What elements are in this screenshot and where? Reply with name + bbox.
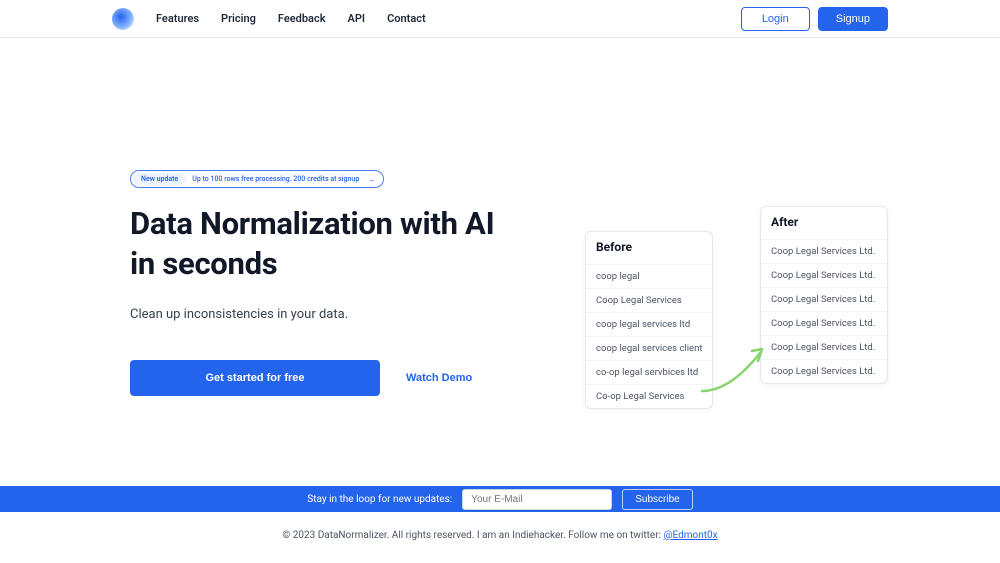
hero-cta-row: Get started for free Watch Demo [130, 360, 525, 396]
subscribe-button[interactable]: Subscribe [622, 489, 692, 510]
footer-text: © 2023 DataNormalizer. All rights reserv… [282, 530, 663, 541]
nav-link-pricing[interactable]: Pricing [221, 12, 256, 25]
hero-title: Data Normalization with AI in seconds [130, 204, 525, 285]
before-title: Before [586, 232, 712, 264]
before-row: Co-op Legal Services [586, 384, 712, 408]
after-row: Coop Legal Services Ltd. [761, 359, 887, 383]
before-row: coop legal services client [586, 336, 712, 360]
after-row: Coop Legal Services Ltd. [761, 335, 887, 359]
logo-icon[interactable] [112, 8, 134, 30]
badge-pill: New update [133, 173, 186, 185]
nav-link-feedback[interactable]: Feedback [278, 12, 326, 25]
get-started-button[interactable]: Get started for free [130, 360, 380, 396]
before-card: Before coop legal Coop Legal Services co… [585, 231, 713, 409]
before-row: Coop Legal Services [586, 288, 712, 312]
after-row: Coop Legal Services Ltd. [761, 287, 887, 311]
footer-note: © 2023 DataNormalizer. All rights reserv… [0, 530, 1000, 541]
hero-left: New update Up to 100 rows free processin… [130, 166, 525, 396]
subscribe-bar: Stay in the loop for new updates: Subscr… [0, 486, 1000, 512]
nav-right: Login Signup [741, 7, 888, 31]
nav-link-contact[interactable]: Contact [387, 12, 426, 25]
watch-demo-button[interactable]: Watch Demo [406, 372, 472, 384]
after-row: Coop Legal Services Ltd. [761, 311, 887, 335]
nav-link-features[interactable]: Features [156, 12, 199, 25]
subscribe-prompt: Stay in the loop for new updates: [307, 494, 452, 505]
badge-text: Up to 100 rows free processing. 200 cred… [192, 175, 361, 183]
signup-button[interactable]: Signup [818, 7, 888, 31]
email-field[interactable] [462, 489, 612, 510]
demo-cards: Before coop legal Coop Legal Services co… [585, 166, 870, 396]
after-row: Coop Legal Services Ltd. [761, 263, 887, 287]
nav-left: Features Pricing Feedback API Contact [112, 8, 426, 30]
after-title: After [761, 207, 887, 239]
hero: New update Up to 100 rows free processin… [0, 38, 1000, 396]
update-badge[interactable]: New update Up to 100 rows free processin… [130, 170, 384, 188]
arrow-right-icon: → [367, 175, 381, 184]
before-row: coop legal [586, 264, 712, 288]
before-row: co-op legal servbices ltd [586, 360, 712, 384]
navbar: Features Pricing Feedback API Contact Lo… [0, 0, 1000, 38]
after-card: After Coop Legal Services Ltd. Coop Lega… [760, 206, 888, 384]
twitter-handle-link[interactable]: @Edmont0x [664, 530, 718, 541]
nav-link-api[interactable]: API [348, 12, 366, 25]
hero-subtitle: Clean up inconsistencies in your data. [130, 307, 525, 322]
before-row: coop legal services ltd [586, 312, 712, 336]
after-row: Coop Legal Services Ltd. [761, 239, 887, 263]
login-button[interactable]: Login [741, 7, 810, 31]
